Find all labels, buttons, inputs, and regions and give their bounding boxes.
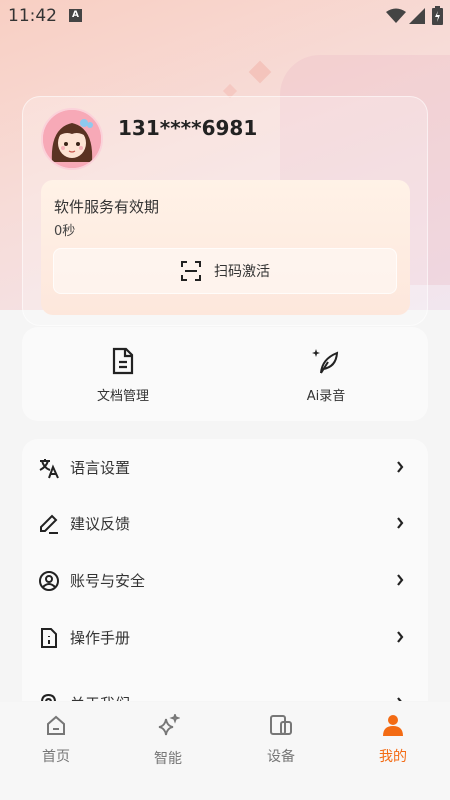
chevron-right-icon [397,517,404,529]
notification-icon: A [69,9,82,22]
menu-item-about-us[interactable]: 关于我们 [22,675,428,701]
chevron-right-icon [397,697,402,701]
bottom-tab-bar: 首页 智能 设备 我的 [0,702,450,800]
tab-label: 智能 [154,751,182,767]
wifi-icon [386,8,406,23]
scan-activate-button[interactable]: 扫码激活 [53,248,397,294]
tab-label: 设备 [267,749,295,765]
status-time: 11:42 [8,6,57,26]
service-validity-value: 0秒 [54,224,76,239]
user-phone-number: 131****6981 [118,116,258,140]
sparkle-icon [158,712,181,736]
menu-item-language[interactable]: 语言设置 [22,439,428,495]
document-icon [112,347,134,375]
manual-icon [41,628,57,648]
translate-icon [39,459,59,479]
account-icon [39,571,59,591]
menu-item-feedback[interactable]: 建议反馈 [22,495,428,551]
menu-item-label: 关于我们 [70,693,130,701]
menu-item-label: 操作手册 [70,629,131,647]
cell-signal-icon [409,8,425,24]
tab-smart[interactable]: 智能 [133,712,203,768]
feather-pen-icon [312,349,339,374]
scan-icon [181,261,201,281]
tab-label: 我的 [379,749,407,765]
pen-icon [40,514,58,534]
tool-label: Ai录音 [306,389,346,404]
menu-item-label: 账号与安全 [70,572,146,590]
decorative-diamond [248,60,272,84]
menu-item-label: 建议反馈 [70,515,131,533]
home-icon [47,715,65,735]
tool-label: 文档管理 [96,389,149,404]
tools-card: 文档管理 Ai录音 [22,327,428,421]
service-validity-card: 软件服务有效期 0秒 扫码激活 [41,180,410,315]
touch-icon [41,693,56,701]
tool-ai-recording[interactable]: Ai录音 [266,347,386,404]
person-icon [383,715,403,736]
tool-document-management[interactable]: 文档管理 [63,347,183,404]
chevron-right-icon [397,574,404,586]
battery-icon [432,6,443,25]
service-validity-title: 软件服务有效期 [54,198,160,216]
devices-icon [270,715,292,735]
settings-menu: 语言设置 建议反馈 账号与安全 操作手册 关于我们 [22,439,428,701]
tab-mine[interactable]: 我的 [358,714,428,766]
avatar[interactable] [41,108,103,170]
tab-label: 首页 [42,749,70,765]
avatar-illustration [43,110,101,168]
tab-devices[interactable]: 设备 [246,714,316,766]
chevron-right-icon [397,461,404,473]
scan-activate-label: 扫码激活 [214,264,270,280]
tab-home[interactable]: 首页 [21,714,91,766]
menu-item-account-security[interactable]: 账号与安全 [22,552,428,608]
menu-item-label: 语言设置 [70,459,131,477]
chevron-right-icon [397,631,404,643]
status-bar: 11:42 A [0,0,450,32]
menu-item-manual[interactable]: 操作手册 [22,609,428,665]
